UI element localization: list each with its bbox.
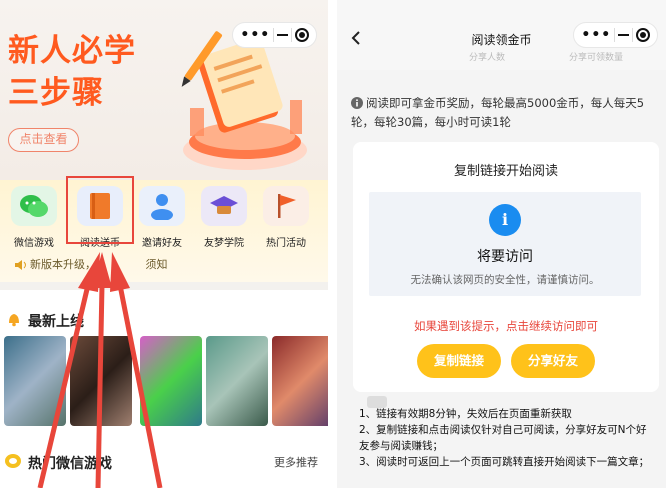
section-title-hot-games: 热门微信游戏: [28, 456, 112, 472]
game-thumbnail[interactable]: [206, 336, 268, 426]
menu-label: 微信游戏: [14, 238, 54, 249]
notice-bar[interactable]: 新版本升级， 须知: [8, 254, 326, 276]
flag-icon: [263, 186, 309, 226]
speaker-icon: [15, 260, 26, 270]
banner-title: 新人必学 三步骤: [8, 30, 136, 114]
section-title-new: 最新上线: [28, 314, 84, 330]
rule-item: 2、复制链接和点击阅读仅针对自己可阅读，分享好友可N个好友参与阅读赚钱；: [359, 424, 647, 452]
menu-item-hot-events[interactable]: 热门活动: [256, 186, 316, 249]
faded-stat-label: 分享人数: [469, 53, 506, 63]
warning-title: 将要访问: [477, 249, 533, 265]
menu-item-academy[interactable]: 友梦学院: [194, 186, 254, 249]
view-details-button[interactable]: 点击查看: [8, 128, 79, 152]
menu-item-invite-friends[interactable]: 邀请好友: [132, 186, 192, 249]
info-icon: [351, 97, 363, 109]
game-thumbnail[interactable]: [140, 336, 202, 426]
mini-program-capsule[interactable]: •••: [573, 22, 658, 48]
more-options-icon[interactable]: •••: [581, 27, 611, 43]
security-warning-box: i 将要访问 无法确认该网页的安全性，请谨慎访问。: [369, 192, 641, 296]
menu-item-wechat-games[interactable]: 微信游戏: [4, 186, 64, 249]
more-options-icon[interactable]: •••: [240, 27, 270, 43]
banner-title-line1: 新人必学: [8, 33, 136, 69]
continue-hint: 如果遇到该提示，点击继续访问即可: [414, 319, 598, 333]
game-thumbnail[interactable]: [4, 336, 66, 426]
warning-description: 无法确认该网页的安全性，请谨慎访问。: [410, 274, 600, 286]
close-target-icon[interactable]: [294, 28, 309, 42]
reward-info-text: 阅读即可拿金币奖励，每轮最高5000金币，每人每天5轮，每轮30篇，每小时可读1…: [351, 96, 645, 129]
graduation-cap-icon: [201, 186, 247, 226]
wechat-icon: [11, 186, 57, 226]
menu-label: 邀请好友: [142, 238, 182, 249]
capsule-divider: [273, 28, 275, 42]
card-title: 复制链接开始阅读: [453, 164, 558, 179]
minimize-icon[interactable]: [276, 34, 288, 36]
notice-text: 新版本升级， 须知: [30, 258, 168, 271]
menu-label: 友梦学院: [204, 238, 244, 249]
right-screenshot: 阅读领金币 ••• 分享人数 分享可领数量 阅读即可拿金币奖励，每轮最高5000…: [337, 0, 666, 488]
capsule-divider: [631, 28, 633, 42]
person-icon: [139, 186, 185, 226]
reward-info: 阅读即可拿金币奖励，每轮最高5000金币，每人每天5轮，每轮30篇，每小时可读1…: [351, 94, 661, 132]
capsule-divider: [290, 28, 292, 42]
read-coins-highlight: [66, 176, 134, 244]
promo-banner[interactable]: 新人必学 三步骤 点击查看 •••: [0, 0, 328, 180]
close-target-icon[interactable]: [635, 28, 650, 42]
minimize-icon[interactable]: [617, 34, 629, 36]
wechat-games-icon: [5, 454, 21, 468]
copy-link-button[interactable]: 复制链接: [417, 344, 501, 378]
more-recommendations-link[interactable]: 更多推荐: [274, 454, 318, 470]
faded-stat-label: 分享可领数量: [569, 53, 624, 63]
mini-program-capsule[interactable]: •••: [232, 22, 317, 48]
banner-title-line2: 三步骤: [8, 75, 104, 111]
nav-bar: 阅读领金币 ••• 分享人数 分享可领数量: [337, 0, 666, 70]
info-circle-icon: i: [489, 204, 521, 236]
game-thumbnail[interactable]: [70, 336, 132, 426]
document-pencil-illustration: [181, 31, 307, 170]
read-link-card: 复制链接开始阅读 i 将要访问 无法确认该网页的安全性，请谨慎访问。 如果遇到该…: [353, 142, 659, 392]
game-thumbnail[interactable]: [272, 336, 328, 426]
rules-list: 1、链接有效期8分钟，失效后在页面重新获取 2、复制链接和点击阅读仅针对自己可阅…: [359, 406, 655, 470]
capsule-divider: [614, 28, 616, 42]
rule-item: 1、链接有效期8分钟，失效后在页面重新获取: [359, 408, 572, 420]
share-friends-button[interactable]: 分享好友: [511, 344, 595, 378]
rule-item: 3、阅读时可返回上一个页面可跳转直接开始阅读下一篇文章；: [359, 456, 650, 468]
bell-icon: [9, 314, 19, 327]
left-screenshot: 新人必学 三步骤 点击查看 ••• 微信游戏 阅读送币 邀请好友 友梦学院 热门…: [0, 0, 328, 488]
menu-label: 热门活动: [266, 238, 306, 249]
